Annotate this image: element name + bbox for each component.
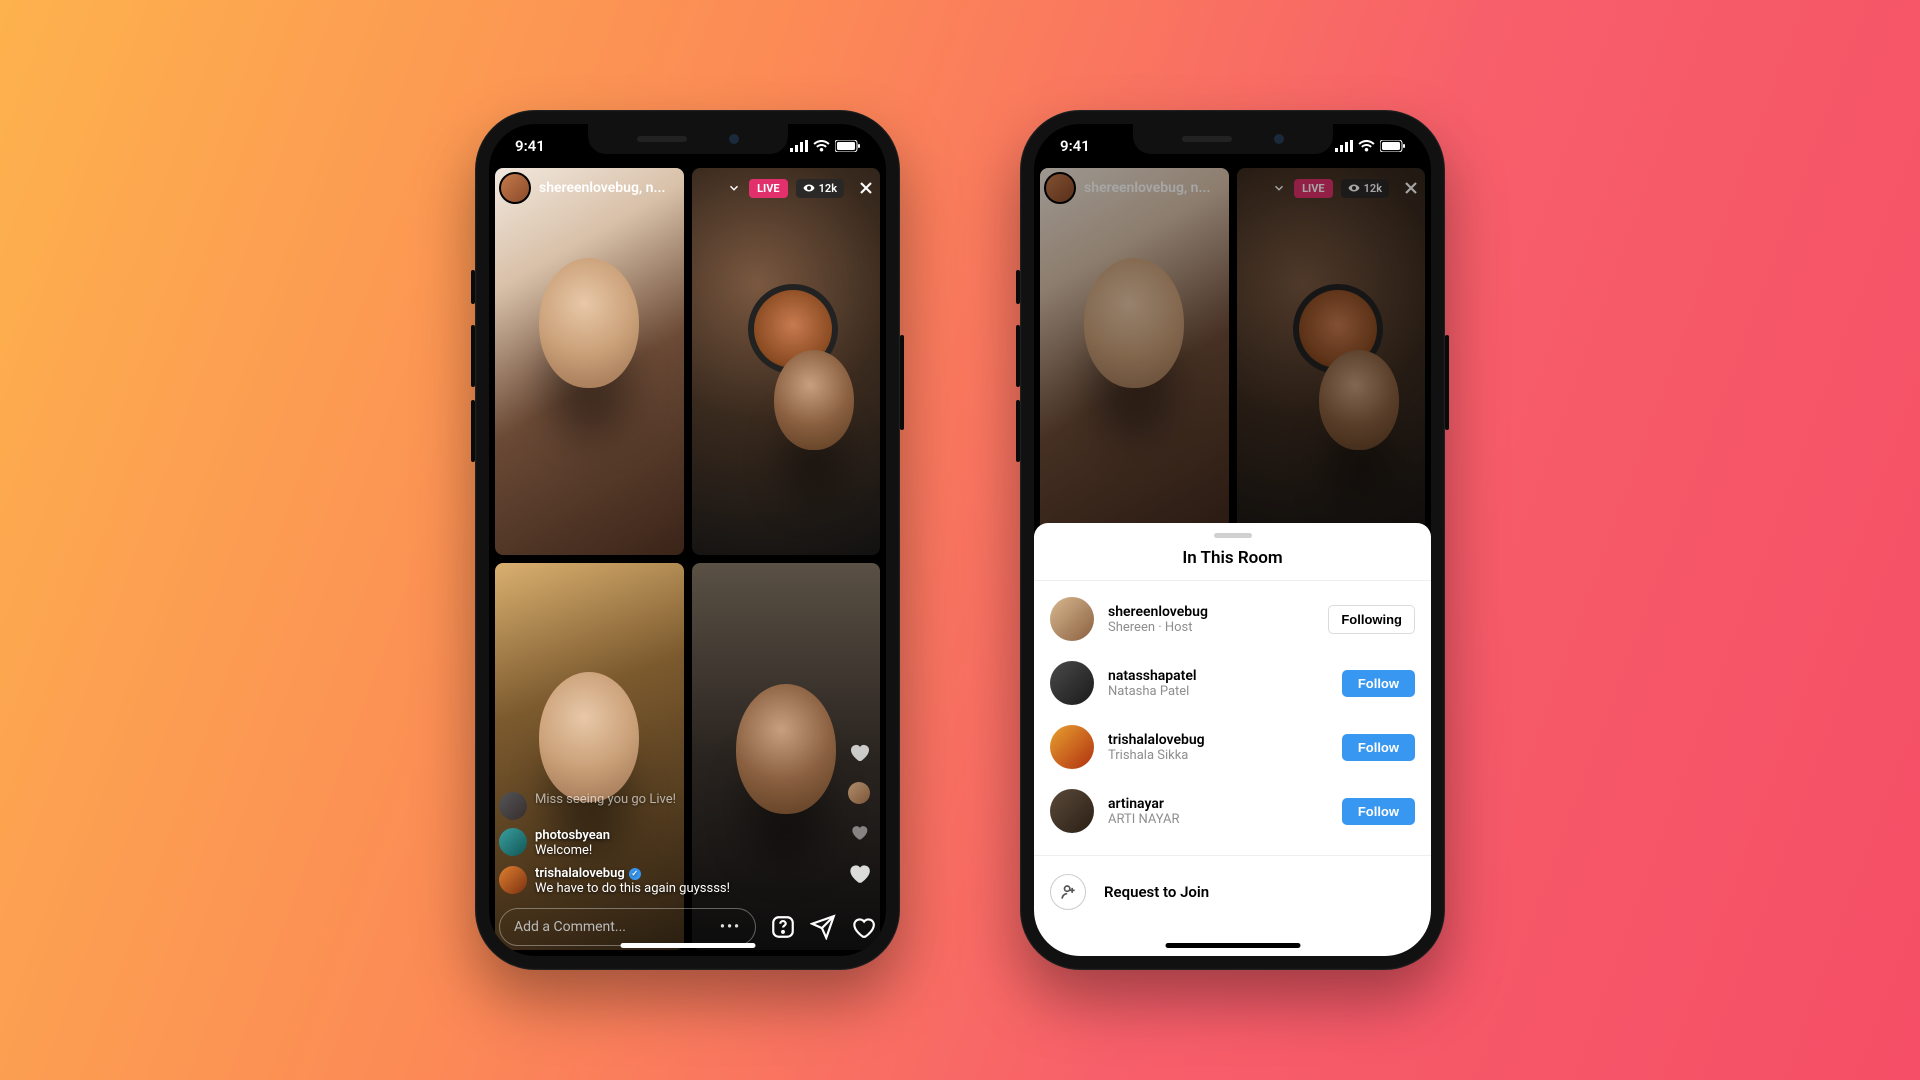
question-icon[interactable]	[770, 914, 796, 940]
video-tile-2[interactable]	[1237, 168, 1426, 555]
heart-icon	[847, 740, 871, 764]
participant-avatar[interactable]	[1050, 597, 1094, 641]
add-person-icon	[1050, 874, 1086, 910]
phone-frame-right: 9:41 shereenlovebug, n... LIVE	[1020, 110, 1445, 970]
host-avatar[interactable]	[1044, 172, 1076, 204]
request-to-join-button[interactable]: Request to Join	[1034, 862, 1431, 922]
live-bottom-bar: Add a Comment... •••	[499, 908, 876, 946]
close-icon[interactable]	[1401, 178, 1421, 198]
video-tile-1[interactable]	[495, 168, 684, 555]
notch	[1133, 124, 1333, 154]
wifi-icon	[813, 140, 830, 152]
home-indicator[interactable]	[620, 943, 755, 948]
follow-button[interactable]: Follow	[1342, 670, 1415, 697]
follow-button[interactable]: Follow	[1342, 798, 1415, 825]
participant-row: shereenlovebug Shereen · Host Following	[1034, 587, 1431, 651]
comment-avatar	[499, 866, 527, 894]
battery-icon	[1380, 140, 1405, 152]
participant-username[interactable]: shereenlovebug	[1108, 604, 1314, 620]
heart-icon[interactable]	[850, 914, 876, 940]
verified-badge-icon: ✓	[629, 868, 641, 880]
comment-avatar	[499, 792, 527, 820]
notch	[588, 124, 788, 154]
comment-username: trishalalovebug ✓	[535, 866, 730, 881]
comment-item: Miss seeing you go Live!	[499, 792, 876, 820]
live-header: shereenlovebug, n... LIVE 12k	[489, 168, 886, 212]
comment-input[interactable]: Add a Comment... •••	[499, 908, 756, 946]
participant-username[interactable]: artinayar	[1108, 796, 1328, 812]
sheet-handle[interactable]	[1214, 533, 1252, 538]
more-icon[interactable]: •••	[720, 919, 741, 935]
participant-list: shereenlovebug Shereen · Host Following …	[1034, 581, 1431, 849]
eye-icon	[803, 182, 815, 194]
chevron-down-icon[interactable]	[1272, 181, 1286, 195]
participant-avatar[interactable]	[1050, 725, 1094, 769]
video-tile-2[interactable]	[692, 168, 881, 555]
host-username[interactable]: shereenlovebug, n...	[539, 180, 719, 196]
participant-subtitle: Shereen · Host	[1108, 620, 1314, 635]
host-username[interactable]: shereenlovebug, n...	[1084, 180, 1264, 196]
host-avatar[interactable]	[499, 172, 531, 204]
comment-item: photosbyean Welcome!	[499, 828, 876, 858]
participant-subtitle: Natasha Patel	[1108, 684, 1328, 699]
status-time: 9:41	[1060, 137, 1090, 155]
comments-overlay: Miss seeing you go Live! photosbyean Wel…	[499, 792, 876, 896]
in-this-room-sheet: In This Room shereenlovebug Shereen · Ho…	[1034, 523, 1431, 956]
status-time: 9:41	[515, 137, 545, 155]
participant-row: trishalalovebug Trishala Sikka Follow	[1034, 715, 1431, 779]
participant-avatar[interactable]	[1050, 789, 1094, 833]
live-header: shereenlovebug, n... LIVE 12k	[1034, 168, 1431, 212]
participant-avatar[interactable]	[1050, 661, 1094, 705]
signal-icon	[1335, 140, 1353, 152]
video-tile-1[interactable]	[1040, 168, 1229, 555]
participant-username[interactable]: natasshapatel	[1108, 668, 1328, 684]
share-icon[interactable]	[810, 914, 836, 940]
viewer-count-badge[interactable]: 12k	[1341, 179, 1389, 198]
following-button[interactable]: Following	[1328, 605, 1415, 634]
follow-button[interactable]: Follow	[1342, 734, 1415, 761]
participant-subtitle: Trishala Sikka	[1108, 748, 1328, 763]
chevron-down-icon[interactable]	[727, 181, 741, 195]
eye-icon	[1348, 182, 1360, 194]
participant-subtitle: ARTI NAYAR	[1108, 812, 1328, 827]
comment-text: Miss seeing you go Live!	[535, 792, 676, 807]
comment-text: We have to do this again guyssss!	[535, 881, 730, 896]
participant-username[interactable]: trishalalovebug	[1108, 732, 1328, 748]
screen-left: 9:41 shereenlovebug, n... LIVE	[489, 124, 886, 956]
close-icon[interactable]	[856, 178, 876, 198]
viewer-count-badge[interactable]: 12k	[796, 179, 844, 198]
participant-row: artinayar ARTI NAYAR Follow	[1034, 779, 1431, 843]
participant-row: natasshapatel Natasha Patel Follow	[1034, 651, 1431, 715]
comment-avatar	[499, 828, 527, 856]
request-to-join-label: Request to Join	[1104, 883, 1209, 901]
comment-text: Welcome!	[535, 843, 610, 858]
signal-icon	[790, 140, 808, 152]
wifi-icon	[1358, 140, 1375, 152]
sheet-title: In This Room	[1034, 548, 1431, 581]
comment-username: photosbyean	[535, 828, 610, 843]
screen-right: 9:41 shereenlovebug, n... LIVE	[1034, 124, 1431, 956]
phone-frame-left: 9:41 shereenlovebug, n... LIVE	[475, 110, 900, 970]
comment-item: trishalalovebug ✓ We have to do this aga…	[499, 866, 876, 896]
live-badge: LIVE	[749, 179, 788, 198]
battery-icon	[835, 140, 860, 152]
divider	[1034, 855, 1431, 856]
live-badge: LIVE	[1294, 179, 1333, 198]
comment-placeholder: Add a Comment...	[514, 919, 626, 935]
home-indicator[interactable]	[1165, 943, 1300, 948]
